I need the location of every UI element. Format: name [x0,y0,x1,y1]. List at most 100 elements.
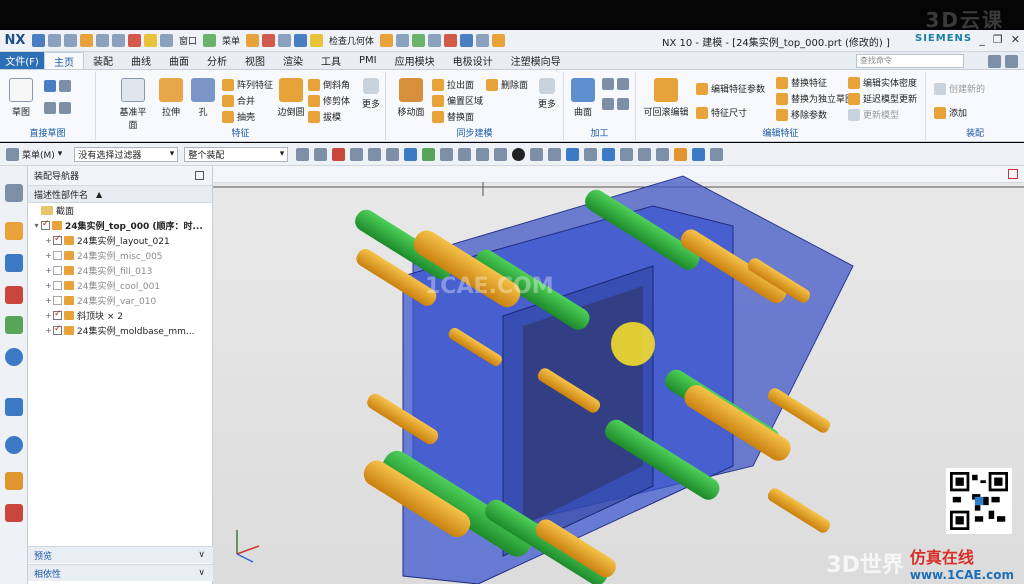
offset-region-button[interactable]: 偏置区域 [432,94,483,107]
grid-icon[interactable] [396,34,410,47]
hole-button[interactable]: 孔 [186,78,220,118]
create-new-button[interactable]: 创建新的 [934,82,985,95]
replace-with-sketch-button[interactable]: 替换为独立草图 [776,92,854,105]
clip-icon[interactable] [710,147,724,161]
measure-icon[interactable] [246,34,260,47]
zoom-icon[interactable] [620,147,634,161]
pin-icon[interactable] [492,34,506,47]
surface-point-icon[interactable] [566,147,580,161]
snap-icon[interactable] [350,147,364,161]
select-all-icon[interactable] [314,147,328,161]
search-icon[interactable] [988,55,1001,68]
assembly-navigator-icon[interactable] [5,222,23,240]
analysis-icon[interactable] [278,34,292,47]
pull-face-button[interactable]: 拉出面 [432,78,474,91]
expand-icon[interactable]: + [44,236,53,245]
tree-row[interactable]: +24集实例_var_010 [28,293,212,308]
box-select-icon[interactable] [368,147,382,161]
expand-icon[interactable]: + [44,311,53,320]
undo-icon[interactable] [48,34,61,47]
expand-icon[interactable]: + [44,296,53,305]
quadrant-icon[interactable] [530,147,544,161]
reuse-library-icon[interactable] [5,316,23,334]
gear-icon[interactable] [5,184,23,202]
delete-face-button[interactable]: 删除面 [486,78,528,91]
tree-row[interactable]: + 斜顶块 × 2 [28,308,212,323]
check-geometry-icon[interactable] [310,34,324,47]
pattern-feature-button[interactable]: 阵列特征 [222,78,273,91]
rollback-edit-button[interactable]: 可回滚编辑 [642,78,690,118]
visibility-checkbox[interactable] [53,309,62,320]
unite-button[interactable]: 合并 [222,94,255,107]
type-filter-select[interactable]: 没有选择过滤器 ▾ [74,146,179,162]
extrude-button[interactable]: 拉伸 [154,78,188,118]
redo-icon[interactable] [64,34,77,47]
more-sync-button[interactable]: 更多 [530,78,564,110]
visibility-checkbox[interactable] [53,296,62,305]
mold-icon[interactable] [412,34,426,47]
shell-button[interactable]: 抽壳 [222,110,255,123]
window-menu[interactable]: 窗口 [179,34,197,47]
tab-home[interactable]: 主页 [44,52,84,69]
visibility-checkbox[interactable] [41,219,50,230]
more-feature-button[interactable]: 更多 [354,78,388,110]
mold-model[interactable] [213,166,1024,584]
trim-body-button[interactable]: 修剪体 [308,94,350,107]
chamfer-button[interactable]: 倒斜角 [308,78,350,91]
book-icon[interactable] [294,34,308,47]
check-geometry-button[interactable]: 检查几何体 [329,34,374,47]
move-face-button[interactable]: 移动面 [394,78,428,118]
tab-surface[interactable]: 曲面 [160,52,198,69]
menu-menu[interactable]: 菜单 [222,34,240,47]
command-search-input[interactable]: 查找命令 [856,54,964,68]
line-snap-icon[interactable] [440,147,454,161]
visibility-checkbox[interactable] [53,266,62,275]
paste-icon[interactable] [112,34,125,47]
tree-row[interactable]: +24集实例_layout_021 [28,233,212,248]
tab-tools[interactable]: 工具 [312,52,350,69]
sketch-button[interactable]: 草图 [4,78,38,118]
pan-icon[interactable] [656,147,670,161]
sketch-icon[interactable] [262,34,276,47]
tab-analysis[interactable]: 分析 [198,52,236,69]
end-point-icon[interactable] [476,147,490,161]
tab-view[interactable]: 视图 [236,52,274,69]
cavity-icon[interactable] [444,34,458,47]
pole-icon[interactable] [584,147,598,161]
curve-snap-icon[interactable] [458,147,472,161]
orient-view-icon[interactable] [692,147,706,161]
help-icon[interactable] [1005,55,1018,68]
profile-tool[interactable] [44,80,71,92]
visibility-checkbox[interactable] [53,324,62,335]
datum-plane-button[interactable]: 基准平面 [116,78,150,131]
cool-icon[interactable] [476,34,490,47]
tree-row[interactable]: ▾ 24集实例_top_000 (顺序：时... [28,218,212,233]
machining-tool-1[interactable] [602,78,629,90]
restore-icon[interactable]: ❐ [993,33,1003,46]
lasso-icon[interactable] [386,147,400,161]
roles-icon[interactable] [5,472,23,490]
electrode-icon[interactable] [460,34,474,47]
add-component-button[interactable]: 添加 [934,106,967,119]
remove-params-button[interactable]: 移除参数 [776,108,827,121]
machining-tool-2[interactable] [602,98,629,110]
snap-point-icon[interactable] [422,147,436,161]
deselect-icon[interactable] [332,147,346,161]
intersection-icon[interactable] [548,147,562,161]
line-tool[interactable] [44,102,71,114]
view-cube-icon[interactable] [404,147,418,161]
tree-row[interactable]: +24集实例_cool_001 [28,278,212,293]
draft-button[interactable]: 拔模 [308,110,341,123]
dependencies-panel[interactable]: 相依性 ∨ [28,564,213,581]
tab-mold-wizard[interactable]: 注塑模向导 [502,52,570,69]
expand-icon[interactable]: + [44,326,53,335]
graphics-window[interactable]: 1CAE.COM 3D世界 仿真在线 www.1CAE.com [213,166,1024,584]
filter-icon[interactable] [296,147,310,161]
mid-point-icon[interactable] [494,147,508,161]
visibility-checkbox[interactable] [53,251,62,260]
window-icon[interactable] [160,34,173,47]
visibility-checkbox[interactable] [53,234,62,245]
expand-icon[interactable]: + [44,266,53,275]
fit-view-icon[interactable] [602,147,616,161]
repeat-command-icon[interactable] [128,34,141,47]
